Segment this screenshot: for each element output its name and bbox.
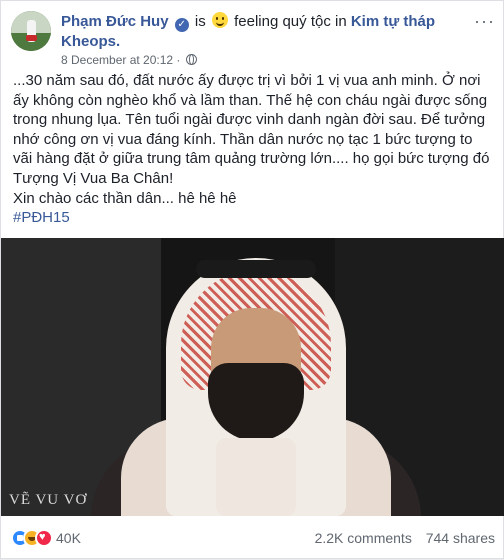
- post-stats: 2.2K comments 744 shares: [315, 530, 495, 546]
- hashtag-link[interactable]: #PĐH15: [13, 208, 493, 228]
- love-react-icon: [35, 529, 53, 547]
- activity-feeling: feeling quý tộc in: [234, 13, 347, 30]
- post-footer: 40K 2.2K comments 744 shares: [1, 516, 504, 560]
- comments-count-link[interactable]: 2.2K comments: [315, 530, 412, 546]
- reactions-count[interactable]: 40K: [56, 530, 81, 546]
- globe-icon[interactable]: [185, 54, 197, 65]
- smile-emoji-icon: [211, 12, 228, 28]
- post-meta: 8 December at 20:12 ·: [61, 53, 197, 67]
- post-body: ...30 năm sau đó, đất nước ấy được trị v…: [13, 71, 493, 228]
- more-options-icon[interactable]: ···: [474, 11, 495, 32]
- photo-collar: [216, 438, 296, 516]
- timestamp-link[interactable]: 8 December at 20:12 ·: [61, 53, 180, 67]
- post-paragraph: ...30 năm sau đó, đất nước ấy được trị v…: [13, 72, 490, 187]
- shares-count-link[interactable]: 744 shares: [426, 530, 495, 546]
- post-header: Phạm Đức Huy ✓ is feeling quý tộc in Kim…: [11, 9, 495, 69]
- avatar[interactable]: [11, 11, 51, 51]
- photo-agal: [196, 260, 316, 278]
- post-title-line: Phạm Đức Huy ✓ is feeling quý tộc in Kim…: [61, 12, 491, 51]
- avatar-shorts: [26, 35, 37, 41]
- verified-badge-icon: ✓: [174, 18, 189, 32]
- post-photo[interactable]: VẼ VU VƠ: [1, 238, 504, 516]
- activity-is: is: [194, 13, 206, 30]
- photo-watermark: VẼ VU VƠ: [9, 492, 88, 508]
- author-name[interactable]: Phạm Đức Huy: [61, 13, 169, 30]
- post-card: Phạm Đức Huy ✓ is feeling quý tộc in Kim…: [0, 0, 504, 559]
- post-paragraph: Xin chào các thần dân... hê hê hê: [13, 189, 237, 207]
